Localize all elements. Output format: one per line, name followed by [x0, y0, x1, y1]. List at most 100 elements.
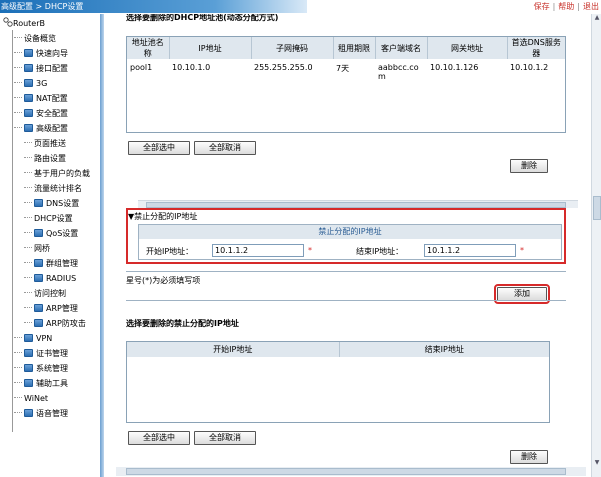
tree-connector — [24, 247, 32, 248]
select-all-button[interactable]: 全部选中 — [128, 141, 190, 155]
scroll-down-arrow[interactable]: ▼ — [593, 459, 601, 467]
table-row[interactable]: pool1 10.10.1.0 255.255.255.0 7天 aabbcc.… — [127, 59, 565, 85]
sidebar-item[interactable]: 接口配置 — [14, 63, 68, 75]
divider — [126, 271, 566, 272]
sidebar-item[interactable]: QoS设置 — [24, 228, 78, 240]
sidebar-item[interactable]: 设备概览 — [14, 33, 56, 45]
main-frame: 选择要删除的DHCP地址池(动态分配方式) 地址池名称 IP地址 子网掩码 租用… — [116, 14, 600, 465]
cell-pool-name: pool1 — [130, 63, 153, 72]
tree-connector — [24, 232, 32, 233]
tree-connector — [24, 157, 32, 158]
sidebar-item[interactable]: 辅助工具 — [14, 378, 68, 390]
top-links: 保存 | 帮助 | 退出 — [533, 2, 599, 11]
sidebar-item[interactable]: ARP管理 — [24, 303, 78, 315]
sidebar-item-label: QoS设置 — [46, 229, 79, 238]
select-all-button-2[interactable]: 全部选中 — [128, 431, 190, 445]
folder-icon — [24, 334, 33, 342]
sidebar-item[interactable]: 路由设置 — [24, 153, 66, 165]
end-ip-input[interactable]: 10.1.1.2 — [424, 244, 516, 257]
sidebar-item[interactable]: 访问控制 — [24, 288, 66, 300]
start-ip-required: * — [308, 246, 312, 255]
sidebar-item-label: 路由设置 — [34, 154, 66, 163]
folder-icon — [24, 364, 33, 372]
folder-icon — [24, 124, 33, 132]
sidebar-item[interactable]: 安全配置 — [14, 108, 68, 120]
tree-connector — [14, 397, 22, 398]
sidebar-item-label: VPN — [36, 334, 53, 343]
sidebar-item[interactable]: 高级配置 — [14, 123, 68, 135]
sidebar-item[interactable]: RADIUS — [24, 273, 76, 285]
sidebar-item-label: 语音管理 — [36, 409, 68, 418]
cell-domain: aabbcc.com — [378, 63, 419, 81]
cell-mask: 255.255.255.0 — [254, 63, 313, 72]
tree-connector — [24, 187, 32, 188]
sidebar-item[interactable]: 页面推送 — [24, 138, 66, 150]
tree-connector — [14, 382, 22, 383]
top-bar: 高级配置 > DHCP设置 保存 | 帮助 | 退出 — [0, 0, 601, 13]
horizontal-scrollbar[interactable] — [138, 200, 578, 208]
tree-connector — [24, 217, 32, 218]
add-button[interactable]: 添加 — [494, 284, 550, 304]
breadcrumb: 高级配置 > DHCP设置 — [0, 0, 307, 13]
pool-table: 地址池名称 IP地址 子网掩码 租用期限 客户端域名 网关地址 首选DNS服务器… — [126, 36, 566, 133]
deselect-all-button[interactable]: 全部取消 — [194, 141, 256, 155]
forbid-table: 开始IP地址 结束IP地址 — [126, 341, 550, 423]
sidebar-item[interactable]: 流量统计排名 — [24, 183, 82, 195]
sidebar-item-label: 安全配置 — [36, 109, 68, 118]
scroll-up-arrow[interactable]: ▲ — [593, 14, 601, 22]
sidebar-item-label: 辅助工具 — [36, 379, 68, 388]
sidebar-item-label: 访问控制 — [34, 289, 66, 298]
folder-icon — [34, 259, 43, 267]
sidebar-item[interactable]: 基于用户的负载 — [24, 168, 90, 180]
folder-icon — [24, 409, 33, 417]
tree-connector — [14, 412, 22, 413]
folder-icon — [24, 64, 33, 72]
sidebar-item[interactable]: 证书管理 — [14, 348, 68, 360]
folder-icon — [34, 199, 43, 207]
logout-link[interactable]: 退出 — [583, 2, 599, 11]
sidebar-item[interactable]: ARP防攻击 — [24, 318, 86, 330]
help-link[interactable]: 帮助 — [558, 2, 574, 11]
forbid-section-toggle[interactable]: ▼禁止分配的IP地址 — [128, 211, 197, 222]
col-end-ip: 结束IP地址 — [339, 342, 549, 357]
tree-connector — [14, 82, 22, 83]
start-ip-input[interactable]: 10.1.1.2 — [212, 244, 304, 257]
pool-section-title: 选择要删除的DHCP地址池(动态分配方式) — [126, 14, 279, 22]
forbid-form-title: 禁止分配的IP地址 — [139, 225, 561, 239]
col-gateway: 网关地址 — [427, 37, 508, 59]
cell-dns: 10.10.1.2 — [510, 63, 549, 72]
delete-forbid-button[interactable]: 删除 — [510, 450, 548, 464]
vertical-scrollbar[interactable]: ▲ ▼ — [591, 14, 601, 477]
sidebar-item[interactable]: 系统管理 — [14, 363, 68, 375]
sidebar-item[interactable]: DNS设置 — [24, 198, 79, 210]
scroll-thumb[interactable] — [593, 196, 601, 220]
sidebar: RouterB 设备概览快速向导接口配置 3G NAT配置安全配置高级配置页面推送路… — [0, 14, 101, 477]
sidebar-item[interactable]: 快速向导 — [14, 48, 68, 60]
sidebar-item[interactable]: DHCP设置 — [24, 213, 73, 225]
folder-icon — [24, 109, 33, 117]
sidebar-item[interactable]: 群组管理 — [24, 258, 78, 270]
save-link[interactable]: 保存 — [534, 2, 550, 11]
sidebar-item[interactable]: NAT配置 — [14, 93, 68, 105]
tree-line — [12, 30, 13, 432]
col-pool-name: 地址池名称 — [127, 37, 170, 59]
delete-pool-button[interactable]: 删除 — [510, 159, 548, 173]
sidebar-item[interactable]: 3G — [14, 78, 47, 90]
forbid-delete-section-title: 选择要删除的禁止分配的IP地址 — [126, 319, 239, 328]
scroll-thumb[interactable] — [126, 468, 566, 475]
sidebar-item-label: RADIUS — [46, 274, 77, 283]
sidebar-item[interactable]: 语音管理 — [14, 408, 68, 420]
sidebar-item-label: NAT配置 — [36, 94, 68, 103]
sidebar-item-label: 基于用户的负载 — [34, 169, 90, 178]
sidebar-item-label: 群组管理 — [46, 259, 78, 268]
sidebar-item-label: 3G — [36, 79, 48, 88]
sidebar-item[interactable]: VPN — [14, 333, 52, 345]
sidebar-item[interactable]: WiNet — [14, 393, 48, 405]
deselect-all-button-2[interactable]: 全部取消 — [194, 431, 256, 445]
bottom-horizontal-scrollbar[interactable] — [116, 467, 586, 476]
tree-connector — [24, 307, 32, 308]
sidebar-root[interactable]: RouterB — [3, 17, 45, 29]
col-lease: 租用期限 — [333, 37, 376, 59]
sidebar-item[interactable]: 网桥 — [24, 243, 50, 255]
tree-connector — [24, 262, 32, 263]
